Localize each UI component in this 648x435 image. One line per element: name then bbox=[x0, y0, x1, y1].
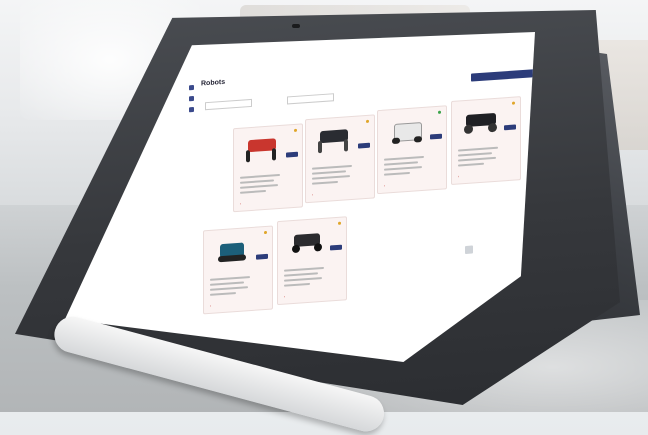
detail-line bbox=[240, 173, 280, 179]
status-dot-icon bbox=[264, 230, 267, 235]
detail-line bbox=[210, 286, 248, 291]
detail-line bbox=[284, 266, 324, 272]
arrow-right-icon: › bbox=[284, 294, 286, 299]
detail-line bbox=[384, 171, 410, 176]
sidebar-item-robots[interactable] bbox=[189, 95, 194, 102]
sidebar-item-settings[interactable] bbox=[189, 106, 194, 113]
detail-line bbox=[458, 152, 492, 157]
scroll-right-button[interactable] bbox=[465, 245, 473, 255]
robot-card[interactable]: › bbox=[305, 114, 375, 204]
page-title: Robots bbox=[201, 78, 226, 88]
robot-tag bbox=[504, 124, 516, 131]
detail-line bbox=[240, 184, 278, 189]
view-details-link[interactable]: › bbox=[240, 202, 241, 206]
status-badge bbox=[366, 119, 370, 124]
status-badge bbox=[512, 101, 516, 105]
detail-line bbox=[312, 180, 338, 185]
arrow-right-icon: › bbox=[312, 192, 314, 197]
status-badge bbox=[264, 230, 268, 235]
status-dot-icon bbox=[366, 119, 369, 123]
robot-tag bbox=[256, 253, 268, 260]
robot-tag bbox=[358, 142, 370, 149]
view-details-link[interactable]: › bbox=[384, 184, 385, 188]
detail-line bbox=[458, 156, 496, 162]
arrow-right-icon: › bbox=[240, 201, 242, 206]
status-dot-icon bbox=[438, 110, 441, 114]
robot-tag bbox=[330, 244, 342, 251]
robot-card[interactable]: › bbox=[277, 216, 347, 306]
robot-card[interactable]: › bbox=[233, 123, 303, 213]
detail-line bbox=[384, 166, 422, 171]
robot-image bbox=[286, 222, 330, 257]
detail-line bbox=[210, 281, 244, 286]
view-details-link[interactable]: › bbox=[458, 174, 459, 178]
robot-tag bbox=[286, 151, 298, 158]
robot-card[interactable]: › bbox=[451, 96, 521, 186]
robot-image bbox=[212, 232, 256, 267]
arrow-right-icon: › bbox=[458, 174, 460, 179]
detail-line bbox=[312, 164, 352, 170]
arrow-right-icon: › bbox=[210, 303, 212, 308]
detail-line bbox=[458, 162, 484, 167]
robot-image bbox=[460, 102, 504, 137]
view-details-link[interactable]: › bbox=[284, 295, 285, 299]
sidebar bbox=[189, 84, 195, 118]
status-dot-icon bbox=[338, 221, 341, 225]
robot-card[interactable]: › bbox=[203, 225, 273, 315]
status-badge bbox=[338, 221, 342, 226]
filter-status bbox=[287, 91, 334, 105]
robot-card[interactable]: › bbox=[377, 105, 447, 195]
arrow-right-icon: › bbox=[384, 183, 386, 188]
filter-type-select[interactable] bbox=[205, 98, 252, 111]
robot-image bbox=[314, 121, 358, 156]
detail-line bbox=[240, 189, 266, 194]
detail-line bbox=[312, 170, 346, 175]
filter-status-select[interactable] bbox=[287, 93, 334, 105]
detail-line bbox=[284, 277, 322, 282]
robot-image bbox=[386, 111, 430, 146]
status-dot-icon bbox=[294, 128, 297, 132]
detail-line bbox=[210, 292, 236, 296]
status-badge bbox=[294, 128, 298, 133]
status-dot-icon bbox=[512, 101, 515, 105]
filter-bar bbox=[205, 69, 535, 111]
status-badge bbox=[438, 110, 442, 115]
view-details-link[interactable]: › bbox=[210, 304, 211, 308]
detail-line bbox=[384, 161, 418, 166]
detail-line bbox=[284, 282, 310, 287]
camera-icon bbox=[292, 24, 300, 28]
add-robot-button[interactable] bbox=[471, 69, 535, 82]
sidebar-item-home[interactable] bbox=[189, 84, 194, 91]
detail-line bbox=[458, 146, 498, 152]
robot-tag bbox=[430, 133, 442, 140]
view-details-link[interactable]: › bbox=[312, 193, 313, 197]
detail-line bbox=[210, 276, 250, 281]
filter-type bbox=[205, 97, 252, 111]
detail-line bbox=[384, 155, 424, 161]
detail-line bbox=[240, 179, 274, 184]
detail-line bbox=[312, 175, 350, 180]
detail-line bbox=[284, 272, 318, 277]
robot-image bbox=[242, 130, 286, 165]
